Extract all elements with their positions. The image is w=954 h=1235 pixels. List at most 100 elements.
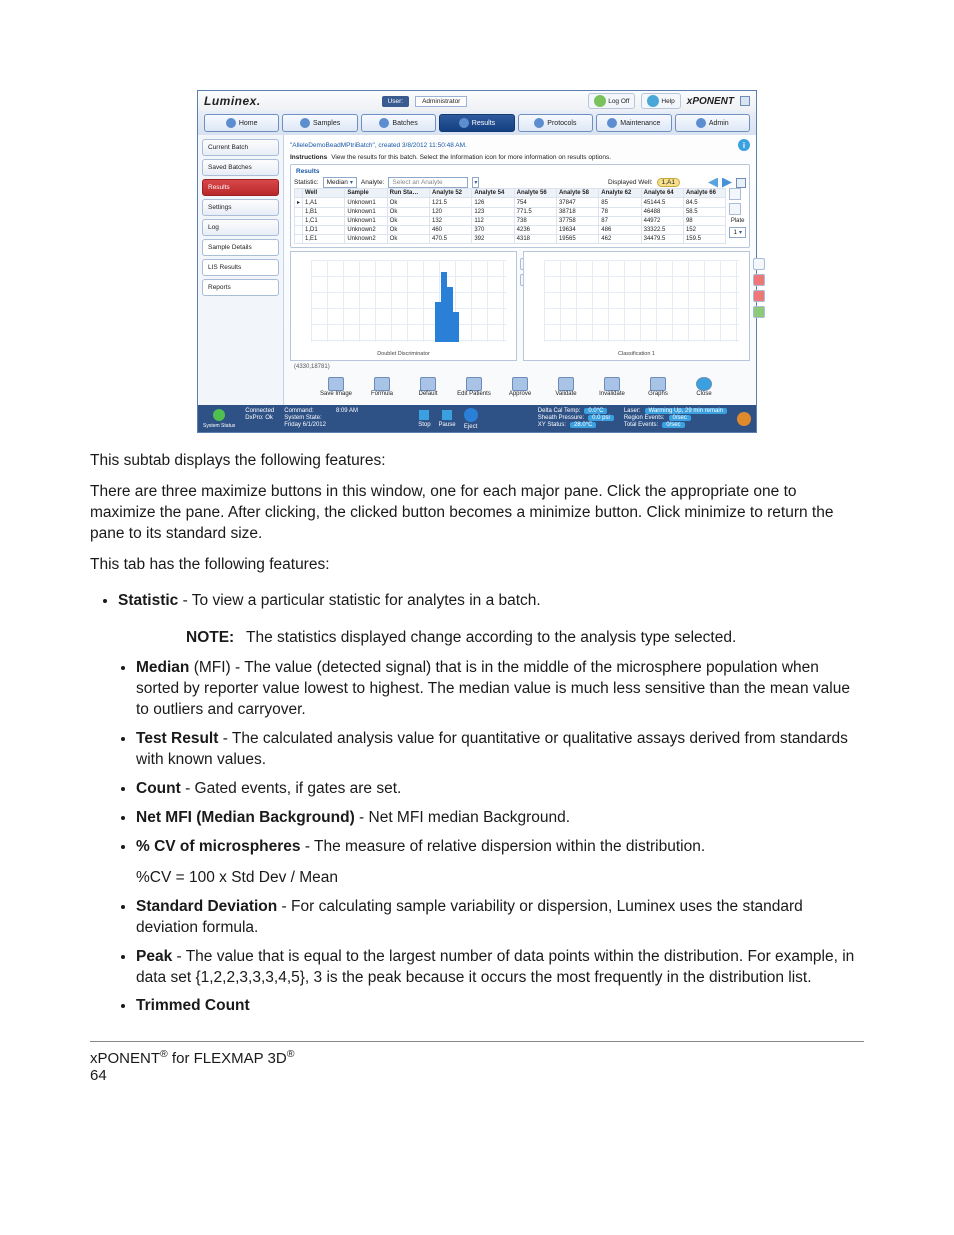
table-row[interactable]: 1,C1Unknown1Ok13211273837758874497298: [295, 217, 726, 226]
tab-samples[interactable]: Samples: [282, 114, 357, 132]
system-state-label: System State:: [284, 415, 326, 421]
column-header[interactable]: Analyte 66: [683, 189, 725, 198]
batch-header: "AlleleDemoBeadMPtriBatch", created 3/8/…: [290, 139, 750, 151]
time-label: 8:09 AM: [336, 408, 358, 414]
list-item: Net MFI (Median Background) - Net MFI me…: [136, 808, 864, 829]
tab-maintenance[interactable]: Maintenance: [596, 114, 671, 132]
list-item: Trimmed Count: [136, 996, 864, 1017]
analyte-dropdown[interactable]: Select an Analyte: [388, 177, 468, 188]
default-button[interactable]: Default: [410, 377, 446, 397]
column-header[interactable]: Analyte 54: [472, 189, 514, 198]
table-row[interactable]: 1,B1Unknown1Ok120123771.538718784648858.…: [295, 208, 726, 217]
tab-batches[interactable]: Batches: [361, 114, 436, 132]
approve-button[interactable]: Approve: [502, 377, 538, 397]
main-tabs: HomeSamplesBatchesResultsProtocolsMainte…: [198, 111, 756, 135]
column-header[interactable]: Analyte 56: [514, 189, 556, 198]
app-screenshot: Luminex. User: Administrator Log Off Hel…: [197, 90, 757, 433]
tab-protocols[interactable]: Protocols: [518, 114, 593, 132]
column-header[interactable]: Run Sta…: [387, 189, 429, 198]
edit-patients-button[interactable]: Edit Patients: [456, 377, 492, 397]
command-label: Command:: [284, 408, 326, 414]
list-item: Count - Gated events, if gates are set.: [136, 779, 864, 800]
status-led-icon: [213, 409, 225, 421]
plate-label: Plate: [729, 218, 746, 224]
chart2-zoomout-icon[interactable]: [753, 290, 765, 302]
button-icon: [512, 377, 528, 391]
footer-rule: [90, 1041, 864, 1042]
table-row[interactable]: 1,E1Unknown2Ok470.539243181956546234479.…: [295, 235, 726, 244]
logoff-button[interactable]: Log Off: [588, 93, 635, 109]
eject-icon[interactable]: [464, 408, 478, 422]
table-row[interactable]: ▸1,A1Unknown1Ok121.5126754378478545144.5…: [295, 198, 726, 208]
button-icon: [696, 377, 712, 391]
close-button[interactable]: Close: [686, 377, 722, 397]
button-icon: [328, 377, 344, 391]
sidebar-item-log[interactable]: Log: [202, 219, 279, 236]
maximize-results-icon[interactable]: [736, 178, 746, 188]
charts-row: Doublet Discriminator Classification 1: [290, 251, 750, 361]
pause-icon[interactable]: [442, 410, 452, 420]
tab-icon: [300, 118, 310, 128]
save-image-button[interactable]: Save Image: [318, 377, 354, 397]
scatter-chart[interactable]: Classification 1: [523, 251, 750, 361]
formula-button[interactable]: Formula: [364, 377, 400, 397]
list-item: Statistic - To view a particular statist…: [118, 591, 864, 612]
instructions-label: Instructions: [290, 154, 327, 161]
user-value: Administrator: [415, 96, 467, 107]
next-arrow-icon[interactable]: [722, 178, 732, 188]
brand-logo: Luminex.: [204, 94, 261, 108]
column-header[interactable]: Analyte 62: [599, 189, 641, 198]
statistic-dropdown[interactable]: Median: [323, 177, 357, 188]
chart2-zoomin-icon[interactable]: [753, 274, 765, 286]
column-header[interactable]: Analyte 64: [641, 189, 683, 198]
stop-icon[interactable]: [419, 410, 429, 420]
document-body: This subtab displays the following featu…: [90, 451, 864, 1017]
scroll-up-icon[interactable]: [729, 188, 741, 200]
results-table[interactable]: WellSampleRun Sta…Analyte 52Analyte 54An…: [294, 188, 726, 244]
invalidate-button[interactable]: Invalidate: [594, 377, 630, 397]
scroll-down-icon[interactable]: [729, 203, 741, 215]
page-footer: xPONENT® for FLEXMAP 3D® 64: [90, 1048, 864, 1084]
sidebar-item-saved-batches[interactable]: Saved Batches: [202, 159, 279, 176]
sidebar-item-current-batch[interactable]: Current Batch: [202, 139, 279, 156]
cv-formula: %CV = 100 x Std Dev / Mean: [136, 868, 864, 889]
graphs-button[interactable]: Graphs: [640, 377, 676, 397]
sidebar-item-results[interactable]: Results: [202, 179, 279, 196]
info-icon[interactable]: i: [738, 139, 750, 151]
validate-button[interactable]: Validate: [548, 377, 584, 397]
column-header[interactable]: Analyte 58: [556, 189, 598, 198]
results-heading: Results: [294, 168, 746, 177]
table-row[interactable]: 1,D1Unknown2Ok46037042361963448633322.51…: [295, 226, 726, 235]
column-header[interactable]: Analyte 52: [429, 189, 471, 198]
sidebar-item-sample-details[interactable]: Sample Details: [202, 239, 279, 256]
tab-icon: [607, 118, 617, 128]
user-label: User:: [382, 96, 410, 107]
paragraph: This subtab displays the following featu…: [90, 451, 864, 472]
dxpro-label: DxPro: Ok: [245, 415, 274, 421]
plate-dropdown[interactable]: 1: [729, 227, 746, 238]
xponent-logo: xPONENT: [687, 96, 734, 107]
tab-icon: [534, 118, 544, 128]
sidebar-item-lis-results[interactable]: LIS Results: [202, 259, 279, 276]
tab-results[interactable]: Results: [439, 114, 514, 132]
sidebar-item-reports[interactable]: Reports: [202, 279, 279, 296]
histogram-chart[interactable]: Doublet Discriminator: [290, 251, 517, 361]
note-text: The statistics displayed change accordin…: [246, 628, 736, 649]
page-number: 64: [90, 1067, 107, 1084]
connected-label: Connected: [245, 408, 274, 414]
column-header[interactable]: Sample: [345, 189, 387, 198]
sidebar-item-settings[interactable]: Settings: [202, 199, 279, 216]
chart2-tool-icon[interactable]: [753, 306, 765, 318]
tab-home[interactable]: Home: [204, 114, 279, 132]
window-control-icon[interactable]: [740, 96, 750, 106]
prev-arrow-icon[interactable]: [708, 178, 718, 188]
list-item: Median (MFI) - The value (detected signa…: [136, 658, 864, 721]
analyte-dropdown-arrow[interactable]: [472, 177, 479, 188]
help-button[interactable]: Help: [641, 93, 680, 109]
tab-icon: [379, 118, 389, 128]
tab-admin[interactable]: Admin: [675, 114, 750, 132]
maximize-chart2-icon[interactable]: [753, 258, 765, 270]
column-header[interactable]: Well: [303, 189, 345, 198]
displayed-well-label: Displayed Well:: [608, 179, 653, 186]
batch-title: "AlleleDemoBeadMPtriBatch", created 3/8/…: [290, 142, 467, 149]
